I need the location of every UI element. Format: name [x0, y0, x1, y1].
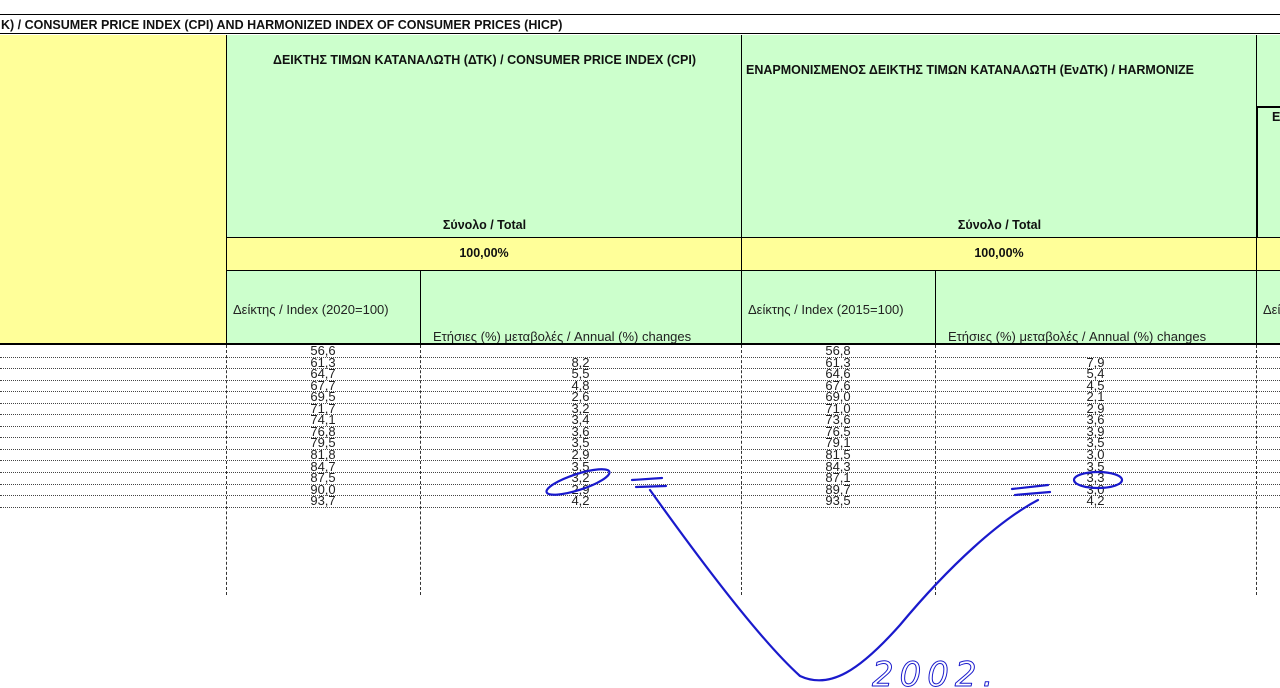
ink-year-text: 2002. [872, 655, 999, 688]
ink-equals-cpi [630, 476, 668, 489]
ink-equals-hicp [1010, 483, 1052, 497]
ink-check-curve [648, 488, 1040, 682]
handwritten-annotation: 2002. [545, 468, 1124, 688]
ink-circle-hicp [1072, 470, 1124, 490]
ink-circle-cpi [545, 468, 611, 496]
